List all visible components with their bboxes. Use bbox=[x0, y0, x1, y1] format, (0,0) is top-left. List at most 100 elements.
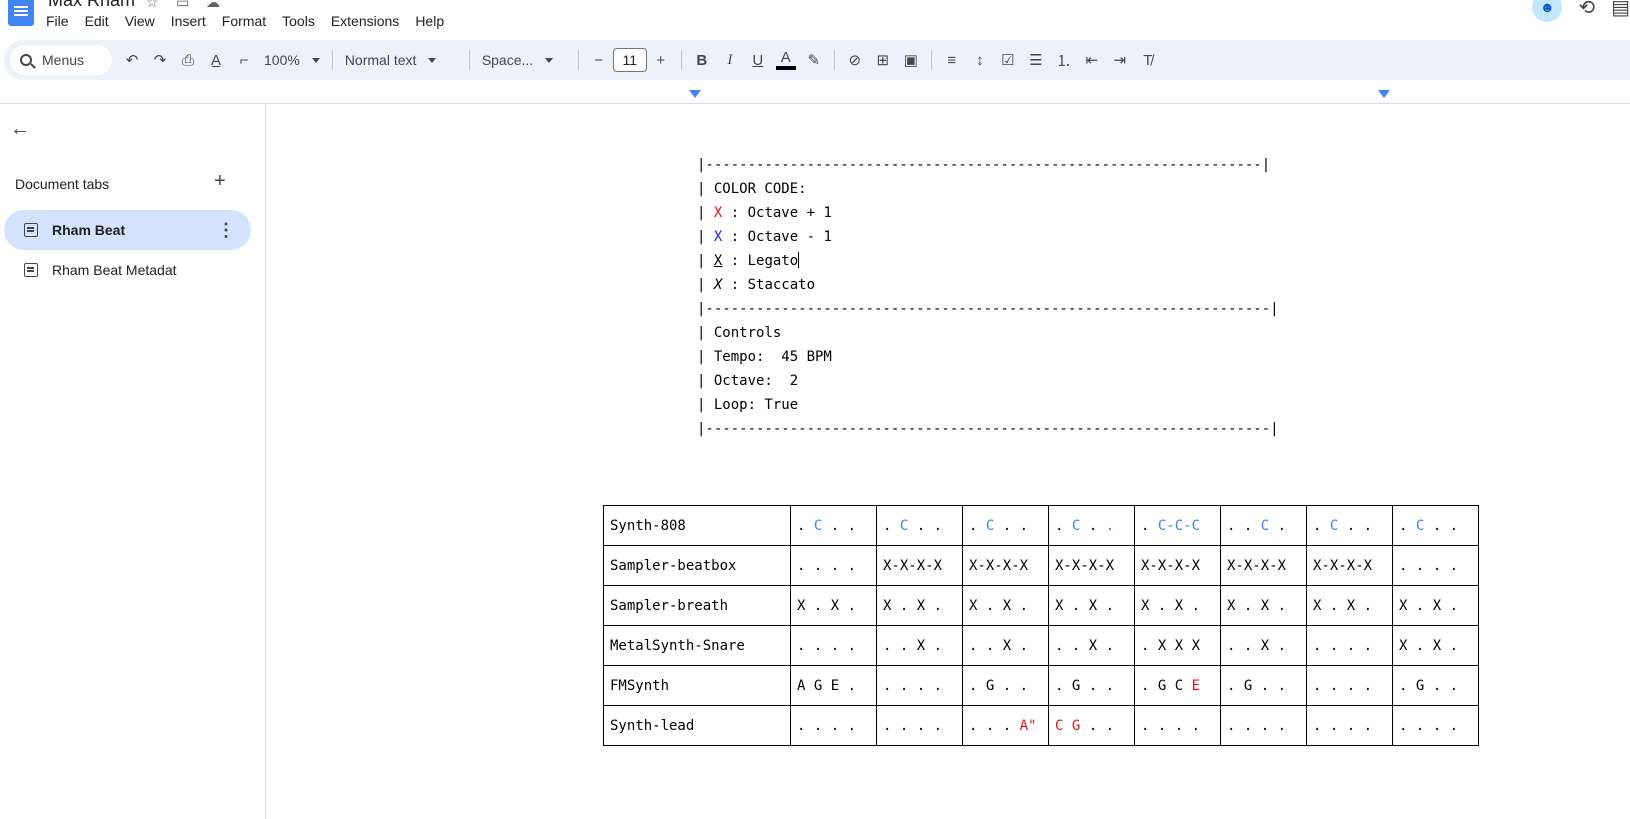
spellcheck-icon[interactable]: A̲ bbox=[202, 46, 230, 74]
beat-cell[interactable]: . . . . bbox=[1306, 665, 1393, 706]
beat-cell[interactable]: . G . . bbox=[962, 665, 1049, 706]
collaborator-avatar-icon[interactable]: ☻ bbox=[1532, 0, 1563, 22]
link-icon[interactable]: ⊘ bbox=[841, 46, 869, 74]
print-icon[interactable]: ⎙ bbox=[174, 46, 202, 74]
add-tab-icon[interactable]: + bbox=[214, 170, 226, 193]
beat-cell[interactable]: A G E . bbox=[790, 665, 877, 706]
beat-cell[interactable]: . G C E bbox=[1134, 665, 1221, 706]
beat-cell[interactable]: X . X . bbox=[1220, 585, 1307, 626]
more-options-icon[interactable]: ⋮ bbox=[217, 220, 235, 241]
beat-cell[interactable]: . . . . bbox=[876, 705, 963, 746]
decrease-font-size-icon[interactable]: − bbox=[585, 46, 613, 74]
line-spacing-icon[interactable]: ↕ bbox=[966, 46, 994, 74]
beat-cell[interactable]: . C . . bbox=[790, 505, 877, 546]
menu-tools[interactable]: Tools bbox=[274, 12, 323, 30]
beat-cell[interactable]: . . . . bbox=[790, 705, 877, 746]
indent-marker-icon[interactable] bbox=[689, 90, 701, 98]
move-folder-icon[interactable]: ▭ bbox=[176, 0, 189, 11]
clear-formatting-icon[interactable]: T̸ bbox=[1134, 46, 1162, 74]
menu-file[interactable]: File bbox=[38, 12, 77, 30]
beat-cell[interactable]: . . X . bbox=[962, 625, 1049, 666]
track-name-cell[interactable]: FMSynth bbox=[603, 665, 791, 706]
bold-icon[interactable]: B bbox=[688, 46, 716, 74]
beat-cell[interactable]: . C . . bbox=[1392, 505, 1479, 546]
doc-tab-rham-beat[interactable]: Rham Beat ⋮ bbox=[4, 210, 251, 250]
beat-cell[interactable]: . . X . bbox=[1220, 625, 1307, 666]
track-name-cell[interactable]: Sampler-breath bbox=[603, 585, 791, 626]
zoom-select[interactable]: 100% bbox=[258, 46, 326, 74]
beat-cell[interactable]: X . X . bbox=[1134, 585, 1221, 626]
align-icon[interactable]: ≡ bbox=[938, 46, 966, 74]
docs-logo-icon[interactable] bbox=[8, 0, 34, 26]
beat-cell[interactable]: X . X . bbox=[1048, 585, 1135, 626]
text-color-icon[interactable]: A bbox=[772, 46, 800, 74]
cloud-status-icon[interactable]: ☁ bbox=[206, 0, 220, 11]
redo-icon[interactable]: ↷ bbox=[146, 46, 174, 74]
beat-cell[interactable]: X . X . bbox=[876, 585, 963, 626]
beat-cell[interactable]: . . . . bbox=[1220, 705, 1307, 746]
beat-cell[interactable]: . G . . bbox=[1048, 665, 1135, 706]
paint-format-icon[interactable]: ⌐ bbox=[230, 46, 258, 74]
beat-cell[interactable]: X-X-X-X bbox=[876, 545, 963, 586]
back-arrow-icon[interactable]: ← bbox=[10, 118, 30, 141]
decrease-indent-icon[interactable]: ⇤ bbox=[1078, 46, 1106, 74]
beat-cell[interactable]: . . . . bbox=[790, 545, 877, 586]
numbered-list-icon[interactable]: ⒈ bbox=[1050, 46, 1078, 74]
beat-cell[interactable]: . . . . bbox=[876, 665, 963, 706]
highlight-icon[interactable]: ✎ bbox=[800, 46, 828, 74]
beat-cell[interactable]: . . . . bbox=[1306, 625, 1393, 666]
insert-image-icon[interactable]: ▣ bbox=[897, 46, 925, 74]
beat-cell[interactable]: C G . . bbox=[1048, 705, 1135, 746]
menu-extensions[interactable]: Extensions bbox=[323, 12, 407, 30]
beat-cell[interactable]: X . X . bbox=[1392, 625, 1479, 666]
beat-cell[interactable]: . C-C-C bbox=[1134, 505, 1221, 546]
beat-cell[interactable]: X-X-X-X bbox=[1134, 545, 1221, 586]
beat-cell[interactable]: . . . . bbox=[1134, 705, 1221, 746]
menu-help[interactable]: Help bbox=[407, 12, 452, 30]
beat-cell[interactable]: . . . A" bbox=[962, 705, 1049, 746]
comments-icon[interactable]: ▤ bbox=[1611, 0, 1630, 20]
beat-cell[interactable]: . C . . bbox=[962, 505, 1049, 546]
paragraph-style-select[interactable]: Normal text bbox=[339, 46, 463, 74]
beat-cell[interactable]: X-X-X-X bbox=[1306, 545, 1393, 586]
beat-cell[interactable]: X-X-X-X bbox=[1048, 545, 1135, 586]
undo-icon[interactable]: ↶ bbox=[118, 46, 146, 74]
menu-search-box[interactable]: Menus bbox=[10, 45, 112, 75]
increase-font-size-icon[interactable]: + bbox=[647, 46, 675, 74]
beat-cell[interactable]: . . . . bbox=[790, 625, 877, 666]
menu-view[interactable]: View bbox=[117, 12, 163, 30]
track-name-cell[interactable]: Synth-808 bbox=[603, 505, 791, 546]
beat-table[interactable]: Synth-808. C . .. C . .. C . .. C . .. C… bbox=[603, 505, 1479, 746]
beat-cell[interactable]: . C . . bbox=[1306, 505, 1393, 546]
beat-cell[interactable]: . G . . bbox=[1392, 665, 1479, 706]
font-size-input[interactable]: 11 bbox=[612, 48, 647, 72]
beat-cell[interactable]: . C . . bbox=[1048, 505, 1135, 546]
document-canvas[interactable]: |---------------------------------------… bbox=[266, 104, 1630, 819]
beat-cell[interactable]: . . . . bbox=[1392, 705, 1479, 746]
beat-cell[interactable]: X . X . bbox=[962, 585, 1049, 626]
star-icon[interactable]: ☆ bbox=[146, 0, 159, 11]
doc-tab-rham-beat-metadat[interactable]: Rham Beat Metadat bbox=[4, 250, 251, 290]
version-history-icon[interactable]: ⟲ bbox=[1578, 0, 1595, 20]
menu-edit[interactable]: Edit bbox=[77, 12, 117, 30]
bulleted-list-icon[interactable]: ☰ bbox=[1022, 46, 1050, 74]
menu-insert[interactable]: Insert bbox=[163, 12, 214, 30]
track-name-cell[interactable]: Sampler-beatbox bbox=[603, 545, 791, 586]
beat-cell[interactable]: . C . . bbox=[876, 505, 963, 546]
document-title[interactable]: Max Rham bbox=[48, 0, 135, 11]
beat-cell[interactable]: X-X-X-X bbox=[962, 545, 1049, 586]
add-comment-icon[interactable]: ⊞ bbox=[869, 46, 897, 74]
beat-cell[interactable]: . . C . bbox=[1220, 505, 1307, 546]
right-margin-marker-icon[interactable] bbox=[1378, 90, 1390, 98]
font-select[interactable]: Space... bbox=[476, 46, 572, 74]
beat-cell[interactable]: . . X . bbox=[1048, 625, 1135, 666]
italic-icon[interactable]: I bbox=[716, 46, 744, 74]
beat-cell[interactable]: . G . . bbox=[1220, 665, 1307, 706]
track-name-cell[interactable]: MetalSynth-Snare bbox=[603, 625, 791, 666]
beat-cell[interactable]: X . X . bbox=[1392, 585, 1479, 626]
checklist-icon[interactable]: ☑ bbox=[994, 46, 1022, 74]
beat-cell[interactable]: X . X . bbox=[790, 585, 877, 626]
beat-cell[interactable]: . . . . bbox=[1392, 545, 1479, 586]
beat-cell[interactable]: . . X . bbox=[876, 625, 963, 666]
beat-cell[interactable]: . X X X bbox=[1134, 625, 1221, 666]
